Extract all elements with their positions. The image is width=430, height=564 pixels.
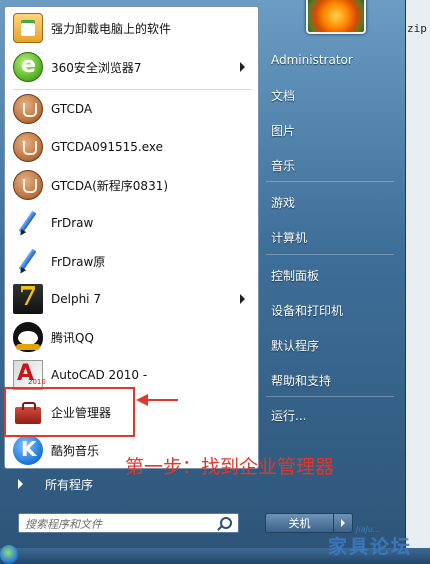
right-item-run[interactable]: 运行... — [266, 400, 396, 430]
right-item-help-support[interactable]: 帮助和支持 — [266, 365, 396, 395]
program-item-gtcda[interactable]: GTCDA — [8, 91, 255, 127]
right-item-label: 游戏 — [271, 195, 296, 210]
watermark: 家具论坛 — [328, 536, 413, 558]
desktop-cut-text: zip — [407, 22, 427, 35]
program-item-gtcda-exe[interactable]: GTCDA091515.exe — [8, 129, 255, 165]
right-item-default-programs[interactable]: 默认程序 — [266, 330, 396, 360]
right-item-label: 图片 — [271, 123, 296, 138]
program-item-frdraw-original[interactable]: FrDraw原 — [8, 243, 255, 279]
expand-arrow-icon — [18, 479, 23, 489]
gtcda-icon — [13, 132, 43, 162]
right-item-label: 音乐 — [271, 158, 296, 173]
right-item-music[interactable]: 音乐 — [266, 150, 396, 180]
gtcda-icon — [13, 94, 43, 124]
separator — [13, 89, 253, 90]
pen-icon — [13, 208, 43, 238]
annotation-arrow-icon — [136, 394, 178, 406]
user-name: Administrator — [271, 53, 353, 67]
right-item-label: 控制面板 — [271, 268, 320, 283]
right-item-label: 设备和打印机 — [271, 303, 344, 318]
shutdown-label: 关机 — [288, 517, 311, 530]
program-label: 360安全浏览器7 — [51, 60, 142, 75]
annotation-highlight-box — [4, 387, 135, 437]
program-item-gtcda-new[interactable]: GTCDA(新程序0831) — [8, 167, 255, 203]
search-input[interactable] — [23, 515, 217, 533]
desktop-background: zip — [405, 0, 430, 564]
submenu-arrow-icon — [240, 294, 245, 304]
right-item-label: 帮助和支持 — [271, 373, 332, 388]
program-label: 酷狗音乐 — [51, 443, 100, 458]
annotation-step-text: 第一步：找到企业管理器 — [125, 456, 335, 478]
start-orb-icon[interactable] — [0, 545, 18, 564]
right-item-documents[interactable]: 文档 — [266, 80, 396, 110]
right-item-computer[interactable]: 计算机 — [266, 222, 396, 252]
right-item-administrator[interactable]: Administrator — [266, 45, 396, 75]
program-label: FrDraw — [51, 216, 94, 230]
right-item-pictures[interactable]: 图片 — [266, 115, 396, 145]
right-item-label: 运行... — [271, 408, 307, 423]
program-label: AutoCAD 2010 - — [51, 368, 148, 382]
shutdown-options-button[interactable] — [333, 513, 353, 533]
gtcda-icon — [13, 170, 43, 200]
kugou-icon — [13, 435, 43, 465]
submenu-arrow-icon — [240, 62, 245, 72]
program-item-uninstaller[interactable]: 强力卸载电脑上的软件 — [8, 10, 255, 46]
qq-penguin-icon — [13, 322, 43, 352]
right-item-control-panel[interactable]: 控制面板 — [266, 260, 396, 290]
autocad-icon — [13, 360, 46, 390]
user-picture[interactable] — [306, 0, 366, 34]
all-programs-label: 所有程序 — [45, 477, 94, 492]
right-item-games[interactable]: 游戏 — [266, 187, 396, 217]
program-item-360-browser[interactable]: 360安全浏览器7 — [8, 49, 255, 85]
uninstall-icon — [13, 13, 43, 43]
program-label: Delphi 7 — [51, 292, 101, 306]
program-label: GTCDA091515.exe — [51, 140, 164, 154]
program-item-qq[interactable]: 腾讯QQ — [8, 319, 255, 355]
search-icon[interactable] — [220, 517, 232, 529]
program-label: FrDraw原 — [51, 254, 106, 269]
program-label: 强力卸载电脑上的软件 — [51, 21, 172, 36]
program-label: GTCDA(新程序0831) — [51, 178, 169, 193]
delphi-icon — [13, 282, 43, 314]
program-item-delphi[interactable]: Delphi 7 — [8, 281, 255, 317]
360-browser-icon — [13, 52, 43, 82]
separator — [266, 181, 394, 182]
separator — [266, 396, 394, 397]
separator — [266, 254, 394, 255]
right-item-label: 文档 — [271, 88, 296, 103]
search-box[interactable] — [18, 513, 239, 533]
shutdown-button[interactable]: 关机 — [265, 513, 334, 533]
right-item-devices-printers[interactable]: 设备和打印机 — [266, 295, 396, 325]
right-item-label: 默认程序 — [271, 338, 320, 353]
pen-icon — [13, 246, 43, 276]
program-label: 腾讯QQ — [51, 330, 94, 345]
program-item-frdraw[interactable]: FrDraw — [8, 205, 255, 241]
right-item-label: 计算机 — [271, 230, 308, 245]
program-label: GTCDA — [51, 102, 93, 116]
